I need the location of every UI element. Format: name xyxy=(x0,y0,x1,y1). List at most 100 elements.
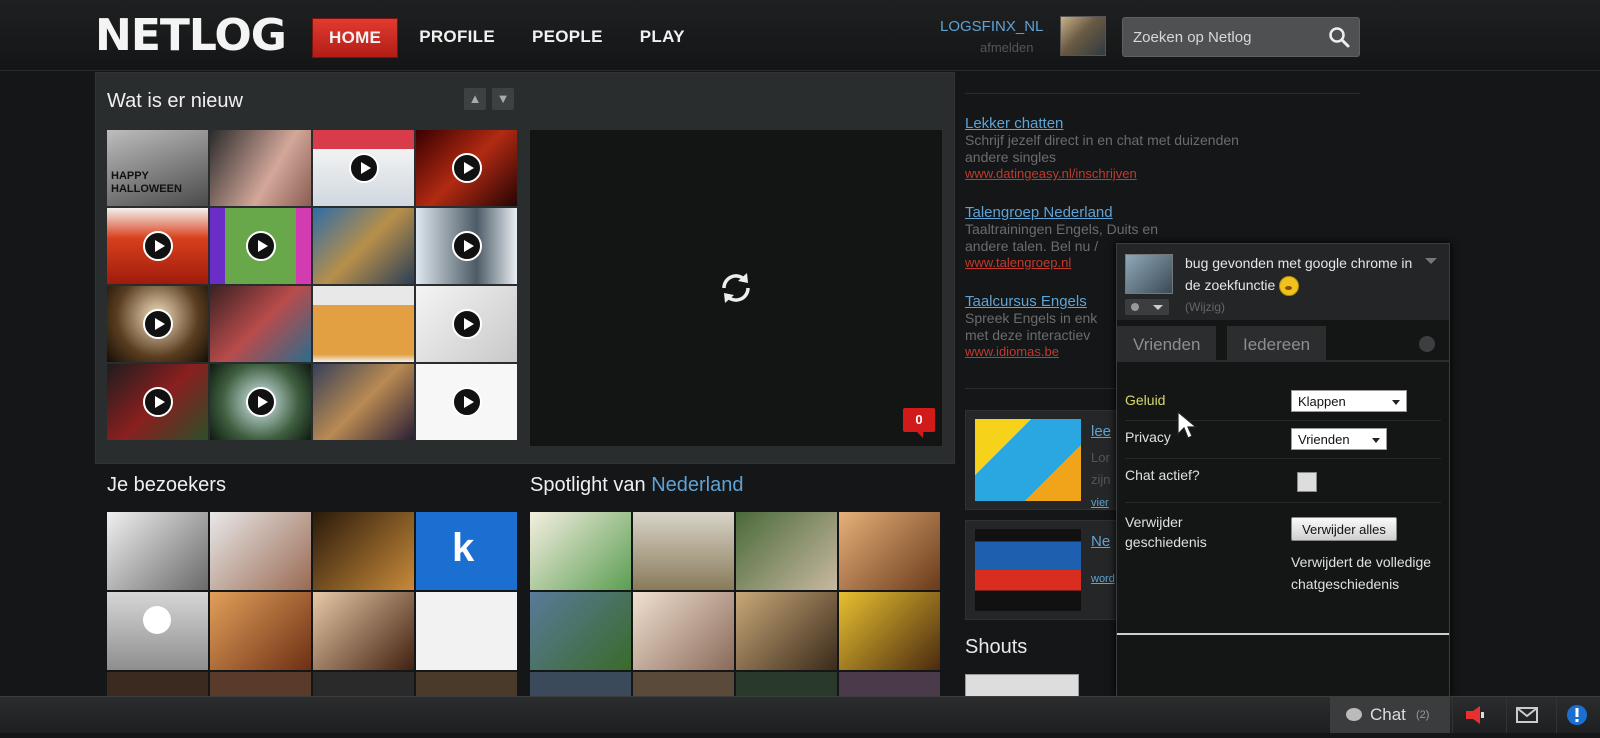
sound-select[interactable]: Klappen xyxy=(1291,390,1407,412)
ad-title-link[interactable]: Taalcursus Engels xyxy=(965,293,1115,310)
media-tile[interactable] xyxy=(313,208,414,284)
top-navigation-bar: NETLOG HOME PROFILE PEOPLE PLAY LOGSFINX… xyxy=(0,0,1600,71)
visitor-avatar[interactable] xyxy=(107,512,208,590)
spotlight-avatar[interactable] xyxy=(839,592,940,670)
gear-icon[interactable] xyxy=(1419,336,1435,352)
clear-history-button[interactable]: Verwijder alles xyxy=(1291,517,1397,541)
media-tile[interactable] xyxy=(210,364,311,440)
spotlight-avatar[interactable] xyxy=(633,672,734,696)
media-tile[interactable] xyxy=(210,208,311,284)
play-icon[interactable] xyxy=(142,387,173,417)
visitor-avatar[interactable] xyxy=(313,672,414,696)
spotlight-avatar[interactable] xyxy=(736,592,837,670)
visitor-avatar[interactable] xyxy=(416,592,517,670)
ad-url-link[interactable]: www.idiomas.be xyxy=(965,344,1115,359)
user-avatar[interactable] xyxy=(1060,16,1106,56)
chevron-down-icon xyxy=(1392,400,1400,405)
edit-status-link[interactable]: (Wijzig) xyxy=(1185,300,1225,314)
nav-people[interactable]: PEOPLE xyxy=(516,18,619,56)
online-status-select[interactable] xyxy=(1125,299,1169,315)
tab-friends[interactable]: Vrienden xyxy=(1117,326,1217,360)
chevron-down-icon[interactable] xyxy=(1425,258,1437,264)
notifications-button[interactable] xyxy=(1452,697,1493,733)
spotlight-avatar[interactable] xyxy=(736,512,837,590)
search-box xyxy=(1122,17,1360,57)
visitor-avatar[interactable]: k xyxy=(416,512,517,590)
netlog-logo[interactable]: NETLOG xyxy=(95,10,287,61)
media-tile[interactable] xyxy=(107,208,208,284)
media-tile[interactable] xyxy=(416,208,517,284)
media-tile[interactable] xyxy=(313,364,414,440)
play-icon[interactable] xyxy=(348,153,379,183)
move-up-button[interactable]: ▲ xyxy=(464,88,486,110)
visitor-avatar[interactable] xyxy=(107,672,208,696)
media-tile[interactable]: HAPPY HALLOWEEN xyxy=(107,130,208,206)
visitor-avatar[interactable] xyxy=(210,672,311,696)
media-tile[interactable] xyxy=(210,130,311,206)
media-tile[interactable] xyxy=(313,286,414,362)
visitor-avatar[interactable] xyxy=(210,512,311,590)
visitor-avatar[interactable] xyxy=(313,592,414,670)
media-tile[interactable] xyxy=(416,286,517,362)
move-down-button[interactable]: ▼ xyxy=(492,88,514,110)
media-tile[interactable] xyxy=(107,364,208,440)
spotlight-avatar[interactable] xyxy=(839,672,940,696)
play-icon[interactable] xyxy=(451,153,482,183)
chevron-down-icon xyxy=(1372,438,1380,443)
chat-active-checkbox[interactable] xyxy=(1297,472,1317,492)
tab-everyone[interactable]: Iedereen xyxy=(1227,326,1327,360)
spotlight-avatar[interactable] xyxy=(633,512,734,590)
spotlight-location-link[interactable]: Nederland xyxy=(651,474,743,496)
spotlight-avatar[interactable] xyxy=(633,592,734,670)
groove-city-banner[interactable] xyxy=(975,419,1081,501)
nav-play[interactable]: PLAY xyxy=(624,18,701,56)
chat-status-message[interactable]: bug gevonden met google chrome in de zoe… xyxy=(1185,252,1415,297)
privacy-select[interactable]: Vrienden xyxy=(1291,428,1387,450)
play-icon[interactable] xyxy=(451,309,482,339)
promo-link[interactable]: lee xyxy=(1091,423,1111,440)
video-player[interactable]: 0 xyxy=(530,130,942,446)
alerts-button[interactable] xyxy=(1556,697,1597,733)
promo-link[interactable]: Ne xyxy=(1091,533,1110,550)
spotlight-avatar[interactable] xyxy=(736,672,837,696)
chat-settings-popup: bug gevonden met google chrome in de zoe… xyxy=(1116,243,1450,698)
logout-link[interactable]: afmelden xyxy=(980,40,1033,55)
spotlight-grid xyxy=(530,512,940,696)
media-tile[interactable] xyxy=(210,286,311,362)
media-tile[interactable] xyxy=(107,286,208,362)
media-tile[interactable] xyxy=(416,130,517,206)
visitor-avatar[interactable] xyxy=(313,512,414,590)
chat-button-label: Chat xyxy=(1370,705,1406,724)
messages-button[interactable] xyxy=(1506,697,1547,733)
alert-icon xyxy=(1567,705,1587,725)
ad-url-link[interactable]: www.datingeasy.nl/inschrijven xyxy=(965,166,1265,181)
media-tile[interactable] xyxy=(313,130,414,206)
chat-active-label: Chat actief? xyxy=(1125,467,1200,483)
chat-toggle-button[interactable]: Chat (2) xyxy=(1330,697,1450,733)
play-icon[interactable] xyxy=(451,231,482,261)
play-icon[interactable] xyxy=(245,387,276,417)
comment-count-badge[interactable]: 0 xyxy=(903,408,935,438)
spotlight-avatar[interactable] xyxy=(530,592,631,670)
spotlight-avatar[interactable] xyxy=(839,512,940,590)
username-link[interactable]: LOGSFINX_NL xyxy=(940,18,1043,35)
ad-title-link[interactable]: Lekker chatten xyxy=(965,115,1265,132)
search-icon[interactable] xyxy=(1327,25,1351,49)
shout-thumbnail[interactable] xyxy=(965,674,1079,698)
play-icon[interactable] xyxy=(142,231,173,261)
play-icon[interactable] xyxy=(245,231,276,261)
chat-user-avatar[interactable] xyxy=(1125,254,1173,294)
visitor-avatar[interactable] xyxy=(107,592,208,670)
ad-title-link[interactable]: Talengroep Nederland xyxy=(965,204,1193,221)
nav-home[interactable]: HOME xyxy=(312,18,399,58)
search-input[interactable] xyxy=(1123,18,1333,56)
nav-profile[interactable]: PROFILE xyxy=(403,18,511,56)
netlog-favorite-banner[interactable] xyxy=(975,529,1081,611)
spotlight-avatar[interactable] xyxy=(530,512,631,590)
play-icon[interactable] xyxy=(451,387,482,417)
media-tile[interactable] xyxy=(416,364,517,440)
spotlight-avatar[interactable] xyxy=(530,672,631,696)
visitor-avatar[interactable] xyxy=(416,672,517,696)
play-icon[interactable] xyxy=(142,309,173,339)
visitor-avatar[interactable] xyxy=(210,592,311,670)
